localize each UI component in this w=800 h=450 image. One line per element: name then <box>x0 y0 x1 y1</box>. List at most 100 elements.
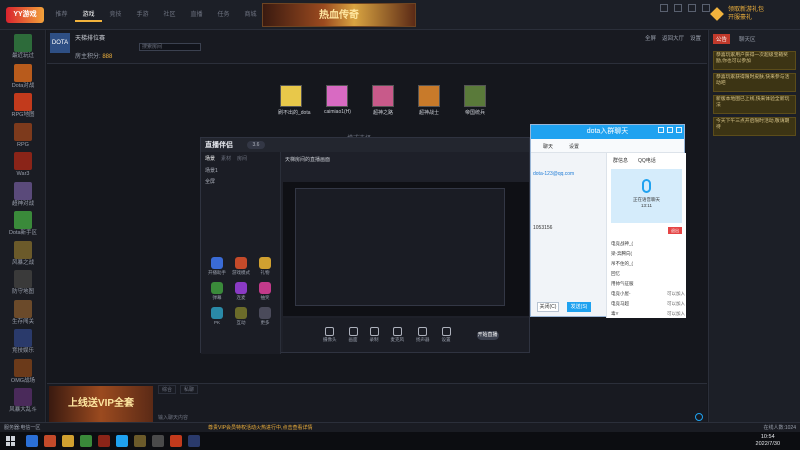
nav-tab[interactable]: 游戏 <box>75 8 102 22</box>
live-tab[interactable]: 素材 <box>221 155 231 162</box>
taskbar-app-icon[interactable] <box>62 435 74 447</box>
sidebar-game-item[interactable]: 防守地图 <box>3 270 43 298</box>
game-tile[interactable]: 超神战士 <box>416 85 442 116</box>
qq-subtab-settings[interactable]: 设置 <box>569 143 579 150</box>
qq-minimize-icon[interactable] <box>658 127 664 133</box>
sidebar-game-item[interactable]: 生存闯关 <box>3 299 43 328</box>
sidebar-game-item[interactable]: RPG地图 <box>3 93 43 121</box>
sidebar-game-item[interactable]: 最近玩过 <box>3 34 43 62</box>
live-control-button[interactable]: 扬声器 <box>416 327 430 343</box>
live-tab[interactable]: 房间 <box>237 155 247 162</box>
live-control-button[interactable]: 录制 <box>369 327 379 343</box>
taskbar-app-icon[interactable] <box>170 435 182 447</box>
taskbar-app-icon[interactable] <box>80 435 92 447</box>
close-icon[interactable] <box>702 4 710 12</box>
live-tab[interactable]: 场景 <box>205 155 215 162</box>
taskbar-app-icon[interactable] <box>26 435 38 447</box>
qq-tab-group-info[interactable]: 群信息 <box>613 157 628 164</box>
sidebar-game-item[interactable]: War3 <box>3 152 43 180</box>
sidebar-game-item[interactable]: RPG <box>3 122 43 151</box>
room-action-button[interactable]: 返回大厅 <box>662 34 684 42</box>
scene-item[interactable]: 场景1 <box>201 165 280 176</box>
live-control-button[interactable]: 摄像头 <box>323 327 337 343</box>
notice-item[interactable]: 恭喜玩家用户获得一次超级宝箱奖励,你也可以参加 <box>713 51 796 70</box>
qq-member-row[interactable]: 梁-奔腾向( <box>611 249 685 259</box>
qq-member-row[interactable]: 回忆 <box>611 269 685 279</box>
voice-exit-button[interactable]: 退出 <box>668 227 682 234</box>
taskbar-app-icon[interactable] <box>44 435 56 447</box>
right-tab[interactable]: 聊天区 <box>736 34 759 44</box>
chat-tab[interactable]: 私聊 <box>180 385 199 394</box>
qq-email-link[interactable]: dota-123@qq.com <box>533 171 574 177</box>
nav-tab[interactable]: 手游 <box>129 8 156 22</box>
qq-maximize-icon[interactable] <box>667 127 673 133</box>
nav-tab[interactable]: 直播 <box>183 8 210 22</box>
qq-member-row[interactable]: 电竞小屋- 可以加入 <box>611 289 685 299</box>
notice-item[interactable]: 今天下午三点开启限时活动,敬请期待 <box>713 117 796 136</box>
preview-screen[interactable] <box>295 188 505 306</box>
live-control-button[interactable]: 画面 <box>348 327 358 343</box>
nav-tab[interactable]: 任务 <box>210 8 237 22</box>
qq-close-button[interactable]: 关闭(C) <box>537 302 559 312</box>
game-tile[interactable]: caimiao1(H) <box>324 85 351 116</box>
game-tile[interactable]: 刷不出的_dota <box>278 85 311 116</box>
taskbar-app-icon[interactable] <box>98 435 110 447</box>
sidebar-game-item[interactable]: 竞技娱乐 <box>3 329 43 357</box>
sidebar-game-item[interactable]: 风暴大乱斗 <box>3 388 43 416</box>
live-tool[interactable]: 礼物 <box>253 257 277 276</box>
taskbar-app-icon[interactable] <box>152 435 164 447</box>
status-announcement[interactable]: 尊贵VIP会员特权活动火热进行中,点击查看详情 <box>208 424 312 431</box>
live-tool[interactable]: 连麦 <box>229 282 253 301</box>
live-control-button[interactable]: 麦克风 <box>391 327 404 343</box>
qq-tab-qq-call[interactable]: QQ电话 <box>638 157 656 164</box>
qq-member-row[interactable]: 电竞马超 可以加入 <box>611 299 685 309</box>
live-tool[interactable]: 弹幕 <box>205 282 229 301</box>
start-live-button[interactable]: 开始直播 <box>476 330 499 340</box>
nav-tab[interactable]: 商城 <box>237 8 264 22</box>
sidebar-game-item[interactable]: 超神对战 <box>3 181 43 210</box>
live-tool[interactable]: 更多 <box>253 307 277 326</box>
taskbar-app-icon[interactable] <box>188 435 200 447</box>
live-tool[interactable]: 开播助手 <box>205 257 229 276</box>
nav-tab[interactable]: 推荐 <box>48 8 75 22</box>
send-icon[interactable] <box>695 413 703 421</box>
bottom-ad-banner[interactable]: 上线送VIP全套 <box>49 386 153 422</box>
room-action-button[interactable]: 全屏 <box>645 34 656 42</box>
live-tool[interactable]: 互动 <box>229 307 253 326</box>
live-tool[interactable]: 抽奖 <box>253 282 277 301</box>
sidebar-game-item[interactable]: Dota对战 <box>3 63 43 92</box>
room-action-button[interactable]: 设置 <box>690 34 701 42</box>
qq-member-row[interactable]: 用帅气征服 <box>611 279 685 289</box>
gift-promo[interactable]: 领取新游礼包 开服豪礼 <box>710 3 796 27</box>
sidebar-game-item[interactable]: Dota新手区 <box>3 211 43 239</box>
menu-icon[interactable] <box>660 4 668 12</box>
notice-item[interactable]: 新版本地图已上线,快来体验全新玩法 <box>713 95 796 114</box>
maximize-icon[interactable] <box>688 4 696 12</box>
live-tool[interactable]: 游戏模式 <box>229 257 253 276</box>
taskbar-app-icon[interactable] <box>116 435 128 447</box>
scene-item[interactable]: 全屏 <box>201 176 280 187</box>
qq-subtab-chat[interactable]: 聊天 <box>543 143 553 150</box>
windows-start-icon[interactable] <box>6 436 16 446</box>
sidebar-game-item[interactable]: OMG战场 <box>3 358 43 387</box>
qq-member-row[interactable]: 电竞战神_( <box>611 239 685 249</box>
room-search-input[interactable]: 搜索房间 <box>139 43 201 51</box>
nav-tab[interactable]: 社区 <box>156 8 183 22</box>
notice-item[interactable]: 恭喜玩家获得限时皮肤,快来参与活动吧 <box>713 73 796 92</box>
qq-member-row[interactable]: 吊不住的_( <box>611 259 685 269</box>
taskbar-app-icon[interactable] <box>134 435 146 447</box>
chat-input[interactable]: 输入聊天内容 <box>158 414 188 421</box>
top-banner-ad[interactable]: 热血传奇 <box>262 3 416 27</box>
chat-tab[interactable]: 综合 <box>158 385 177 394</box>
nav-tab[interactable]: 竞技 <box>102 8 129 22</box>
qq-send-button[interactable]: 发送(S) <box>567 302 591 312</box>
game-tile[interactable]: 超神之路 <box>370 85 396 116</box>
qq-close-icon[interactable] <box>676 127 682 133</box>
live-control-button[interactable]: 设置 <box>441 327 451 343</box>
right-tab[interactable]: 公告 <box>713 34 731 44</box>
minimize-icon[interactable] <box>674 4 682 12</box>
game-tile[interactable]: 帝国统兵 <box>462 85 488 116</box>
sidebar-game-item[interactable]: 风暴之战 <box>3 240 43 269</box>
taskbar-clock[interactable]: 10:54 2022/7/30 <box>756 434 780 448</box>
live-tool[interactable]: PK <box>205 307 229 326</box>
